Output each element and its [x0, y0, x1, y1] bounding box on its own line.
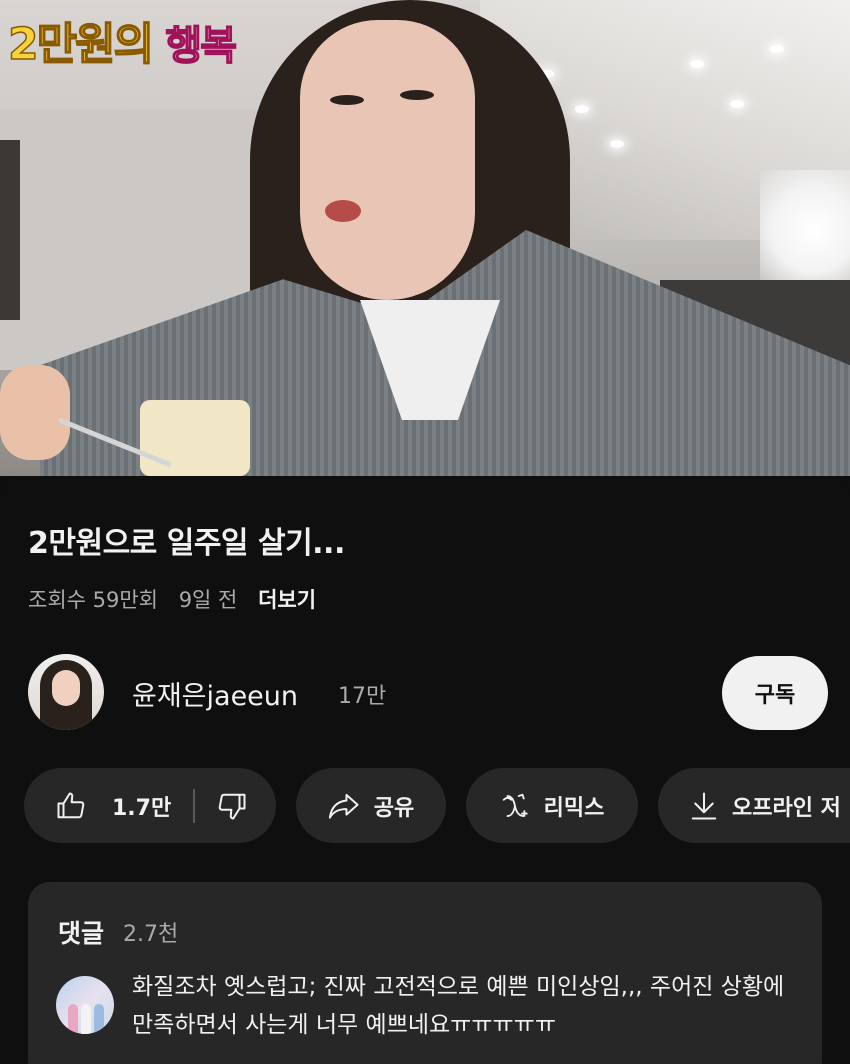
remix-icon: [502, 793, 528, 817]
download-label: 오프라인 저: [732, 795, 841, 821]
ceiling-light: [690, 60, 704, 68]
channel-row: 윤재은jaeeun 17만 구독: [28, 654, 828, 730]
thumbs-up-icon: [57, 792, 85, 818]
subscribe-button[interactable]: 구독: [722, 656, 828, 730]
video-meta[interactable]: 조회수 59만회 9일 전 더보기: [28, 584, 330, 614]
dislike-button[interactable]: [217, 791, 247, 821]
ceiling-light: [610, 140, 624, 148]
share-icon: [328, 793, 359, 819]
share-label: 공유: [373, 795, 415, 821]
ceiling-light: [730, 100, 744, 108]
avatar-figure: [81, 1004, 91, 1034]
avatar-face: [52, 670, 80, 706]
view-count: 조회수 59만회: [28, 588, 158, 612]
like-button[interactable]: 1.7만: [24, 768, 171, 843]
video-bowl: [140, 400, 250, 476]
download-icon: [691, 792, 717, 819]
video-door: [0, 140, 20, 320]
subscriber-count: 17만: [338, 684, 387, 709]
video-title[interactable]: 2만원으로 일주일 살기...: [28, 518, 345, 562]
comments-section[interactable]: 댓글 2.7천 화질조차 옛스럽고; 진짜 고전적으로 예쁜 미인상임,,, 주…: [28, 882, 822, 1064]
video-overlay-title: 2만원의 행복: [7, 8, 238, 72]
video-hand: [0, 365, 70, 460]
top-comment-text: 화질조차 옛스럽고; 진짜 고전적으로 예쁜 미인상임,,, 주어진 상황에 만…: [132, 974, 785, 1038]
video-overlay-text-2: 행복: [165, 22, 238, 70]
video-person-mouth: [325, 200, 361, 222]
video-person-face: [300, 20, 475, 300]
channel-avatar[interactable]: [28, 654, 104, 730]
video-person-eye: [330, 95, 364, 105]
avatar-figure: [68, 1004, 78, 1034]
action-bar: 1.7만 공유 리믹스 오프라인 저: [24, 768, 850, 843]
like-dislike-pill: 1.7만: [24, 768, 276, 843]
thumbs-down-icon: [218, 793, 246, 819]
remix-button[interactable]: 리믹스: [466, 768, 638, 843]
download-button[interactable]: 오프라인 저: [658, 768, 850, 843]
comments-count: 2.7천: [123, 922, 179, 947]
channel-name[interactable]: 윤재은jaeeun: [132, 674, 298, 713]
video-overlay-text-1: 2만원의: [7, 18, 155, 71]
commenter-avatar: [56, 976, 114, 1034]
like-divider: [193, 788, 196, 823]
video-player[interactable]: 2만원의 행복: [0, 0, 850, 476]
upload-age: 9일 전: [178, 588, 238, 612]
remix-label: 리믹스: [543, 795, 605, 821]
like-count: 1.7만: [112, 795, 172, 821]
ceiling-light: [770, 45, 784, 53]
share-button[interactable]: 공유: [296, 768, 446, 843]
comments-header: 댓글: [58, 919, 105, 948]
video-person-eye: [400, 90, 434, 100]
more-button[interactable]: 더보기: [258, 588, 316, 612]
ceiling-light: [575, 105, 589, 113]
video-info-panel: 2만원으로 일주일 살기... 조회수 59만회 9일 전 더보기 윤재은jae…: [0, 476, 850, 1064]
avatar-figure: [94, 1004, 104, 1034]
